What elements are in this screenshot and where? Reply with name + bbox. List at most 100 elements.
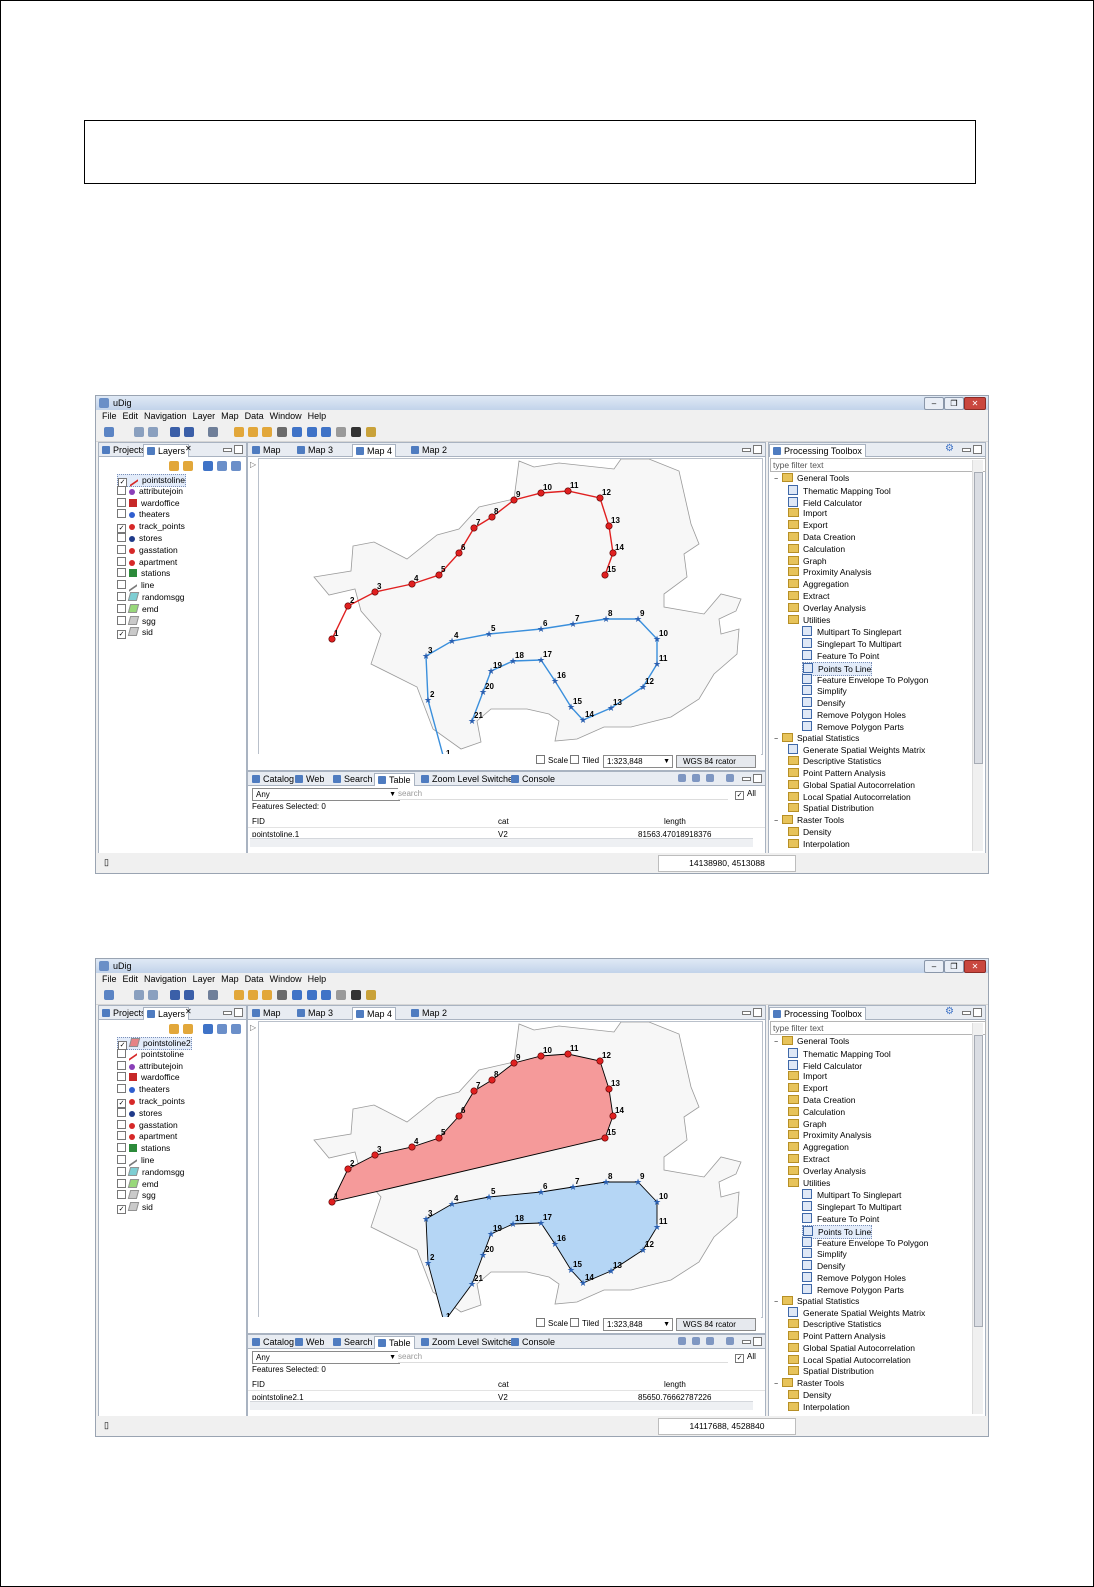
maximize-icon[interactable] <box>973 1008 982 1017</box>
layer-checkbox[interactable] <box>117 544 126 554</box>
tree-item-descriptive-statistics[interactable]: Descriptive Statistics <box>788 1319 881 1331</box>
style-icon[interactable] <box>217 461 227 471</box>
horizontal-scrollbar[interactable] <box>250 838 753 847</box>
tab-projects[interactable]: Projects <box>99 1007 149 1019</box>
layer-checkbox[interactable] <box>117 533 126 542</box>
layer-checkbox[interactable] <box>117 615 126 625</box>
tree-item-point-pattern-analysis[interactable]: Point Pattern Analysis <box>788 1331 886 1343</box>
layout-2-icon[interactable] <box>184 990 194 1000</box>
map-canvas[interactable]: 123456789101112131415★1★2★3★4★5★6★7★8★9★… <box>258 1021 763 1328</box>
tree-item-densify[interactable]: Densify <box>802 697 845 709</box>
close-icon[interactable]: ✕ <box>964 397 986 410</box>
zoom-in-icon[interactable] <box>307 990 317 1000</box>
tab-map-3[interactable]: Map 3 <box>294 444 336 456</box>
vertical-scrollbar[interactable] <box>972 1023 983 1414</box>
pan-icon[interactable] <box>262 990 272 1000</box>
layer-item-sid[interactable]: ✓ sid <box>117 627 153 640</box>
zoom-icon[interactable] <box>692 1337 700 1345</box>
collapse-icon[interactable]: − <box>774 1297 780 1309</box>
tree-item-extract[interactable]: Extract <box>788 591 829 603</box>
layer-checkbox[interactable] <box>117 603 126 613</box>
tab-map-4[interactable]: Map 4 <box>352 1007 397 1020</box>
search-input[interactable]: search <box>398 788 728 800</box>
collapse-icon[interactable]: − <box>774 474 780 486</box>
globe-icon[interactable] <box>203 461 213 471</box>
tab-map-4[interactable]: Map 4 <box>352 444 397 457</box>
tree-item-graph[interactable]: Graph <box>788 555 827 568</box>
layer-item-track_points[interactable]: ✓ track_points <box>117 1096 185 1108</box>
table-row[interactable]: pointstoline.1 V2 81563.47018918376 <box>248 829 765 837</box>
down-arrow-icon[interactable] <box>183 1024 193 1034</box>
layer-checkbox[interactable] <box>117 1178 126 1188</box>
menu-window[interactable]: Window <box>270 410 302 422</box>
palette-toggle-icon[interactable]: ▷ <box>250 460 256 469</box>
layer-item-randomsgg[interactable]: randomsgg <box>117 1166 185 1178</box>
menu-help[interactable]: Help <box>308 410 327 422</box>
tree-item-global-spatial-autocorrelation[interactable]: Global Spatial Autocorrelation <box>788 779 915 792</box>
layer-item-randomsgg[interactable]: randomsgg <box>117 592 185 603</box>
tree-item-density[interactable]: Density <box>788 1390 831 1402</box>
tab-processing-toolbox[interactable]: Processing Toolbox <box>769 444 866 457</box>
save-icon[interactable] <box>134 990 144 1000</box>
close-tab-icon[interactable]: ✕ <box>185 444 192 453</box>
minimize-icon[interactable] <box>223 448 232 452</box>
collapse-icon[interactable]: − <box>774 1379 780 1391</box>
menu-edit[interactable]: Edit <box>123 973 139 985</box>
menu-edit[interactable]: Edit <box>123 410 139 422</box>
menu-help[interactable]: Help <box>308 973 327 985</box>
tree-item-point-pattern-analysis[interactable]: Point Pattern Analysis <box>788 768 886 780</box>
tree-item-spatial-statistics[interactable]: − Spatial Statistics <box>774 1295 859 1309</box>
tree-item-proximity-analysis[interactable]: Proximity Analysis <box>788 1130 872 1142</box>
layer-checkbox[interactable] <box>117 1072 126 1082</box>
layer-checkbox[interactable] <box>117 1119 126 1129</box>
tree-item-generate-spatial-weights-matrix[interactable]: Generate Spatial Weights Matrix <box>788 744 925 756</box>
tree-item-feature-to-point[interactable]: Feature To Point <box>802 1213 879 1225</box>
layer-checkbox[interactable] <box>117 592 126 601</box>
layer-checkbox[interactable] <box>117 509 126 519</box>
tree-item-simplify[interactable]: Simplify <box>802 1248 847 1260</box>
properties-icon[interactable] <box>208 990 218 1000</box>
tree-item-proximity-analysis[interactable]: Proximity Analysis <box>788 567 872 579</box>
crs-button[interactable]: WGS 84 rcator <box>676 1318 756 1331</box>
select-icon[interactable] <box>277 427 287 437</box>
minimize-icon[interactable] <box>742 448 751 452</box>
minimize-icon[interactable] <box>742 1340 751 1344</box>
layer-checkbox[interactable] <box>117 1131 126 1141</box>
column-length[interactable]: length <box>664 816 686 827</box>
tree-item-densify[interactable]: Densify <box>802 1260 845 1272</box>
zoom-out-icon[interactable] <box>321 990 331 1000</box>
maximize-icon[interactable] <box>973 445 982 454</box>
scale-toggle[interactable]: Scale <box>536 755 568 766</box>
tree-item-singlepart-to-multipart[interactable]: Singlepart To Multipart <box>802 1201 901 1213</box>
properties-icon[interactable] <box>208 427 218 437</box>
tree-item-spatial-distribution[interactable]: Spatial Distribution <box>788 1366 874 1378</box>
tree-item-utilities[interactable]: Utilities <box>788 1177 830 1190</box>
gear-icon[interactable]: ⚙ <box>945 443 954 454</box>
layer-item-emd[interactable]: emd <box>117 603 159 615</box>
close-icon[interactable]: ✕ <box>964 960 986 973</box>
layer-item-gasstation[interactable]: gasstation <box>117 544 178 556</box>
layer-checkbox[interactable] <box>117 580 126 590</box>
vertical-scrollbar[interactable] <box>972 460 983 851</box>
measure-icon[interactable] <box>351 990 361 1000</box>
layer-item-track_points[interactable]: ✓ track_points <box>117 521 185 534</box>
clear-icon[interactable] <box>726 1337 734 1345</box>
fast-view-icon[interactable]: ▯ <box>104 1420 109 1431</box>
tree-item-remove-polygon-holes[interactable]: Remove Polygon Holes <box>802 709 906 721</box>
tab-map-2[interactable]: Map 2 <box>408 1007 450 1019</box>
tab-zoom-level-switcher[interactable]: Zoom Level Switcher <box>418 773 519 785</box>
restore-icon[interactable]: ❐ <box>944 397 964 410</box>
scale-checkbox[interactable] <box>536 1318 545 1327</box>
layer-item-line[interactable]: line <box>117 1154 154 1167</box>
pan-icon[interactable] <box>262 427 272 437</box>
layer-item-attributejoin[interactable]: attributejoin <box>117 1060 183 1072</box>
layer-item-attributejoin[interactable]: attributejoin <box>117 485 183 497</box>
tree-item-feature-to-point[interactable]: Feature To Point <box>802 650 879 662</box>
close-tab-icon[interactable]: ✕ <box>185 1007 192 1016</box>
all-toggle[interactable]: ✓ All <box>735 788 765 800</box>
layer-item-sgg[interactable]: sgg <box>117 1190 156 1201</box>
layer-item-theaters[interactable]: theaters <box>117 1084 170 1095</box>
save-icon[interactable] <box>134 427 144 437</box>
tree-item-import[interactable]: Import <box>788 508 827 520</box>
back-icon[interactable] <box>234 427 244 437</box>
